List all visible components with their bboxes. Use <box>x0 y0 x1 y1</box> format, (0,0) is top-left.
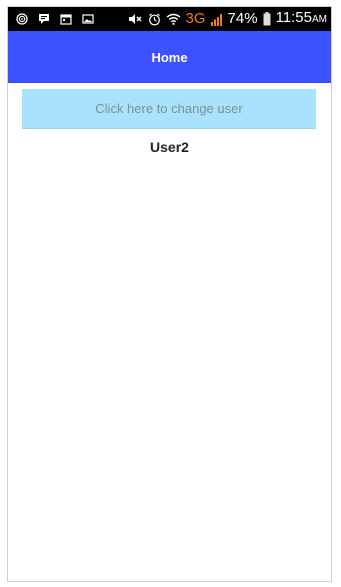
status-bar-notifications <box>12 7 94 31</box>
screen: 3G 74% 11:55AM Home Click here to change… <box>0 0 341 587</box>
calendar-notification-icon <box>60 7 72 31</box>
swirl-notification-icon <box>16 7 28 31</box>
phone-screen: 3G 74% 11:55AM Home Click here to change… <box>7 6 332 582</box>
battery-icon <box>263 7 271 31</box>
network-type-label: 3G <box>185 10 206 27</box>
signal-icon <box>210 7 223 31</box>
mute-icon <box>128 7 143 31</box>
battery-percent: 74% <box>227 10 258 27</box>
current-user-label: User2 <box>150 139 189 155</box>
change-user-button[interactable]: Click here to change user <box>22 89 316 129</box>
image-notification-icon <box>82 7 94 31</box>
app-bar: Home <box>8 31 331 83</box>
clock-ampm: AM <box>312 14 327 25</box>
chat-notification-icon <box>38 7 50 31</box>
status-bar-system: 3G 74% 11:55AM <box>128 7 327 32</box>
main-content: Click here to change user User2 <box>8 83 331 581</box>
clock: 11:55AM <box>275 7 327 32</box>
clock-time: 11:55 <box>275 9 312 26</box>
status-bar: 3G 74% 11:55AM <box>8 7 331 31</box>
alarm-icon <box>148 7 161 31</box>
wifi-icon <box>166 7 181 31</box>
page-title: Home <box>151 49 188 65</box>
